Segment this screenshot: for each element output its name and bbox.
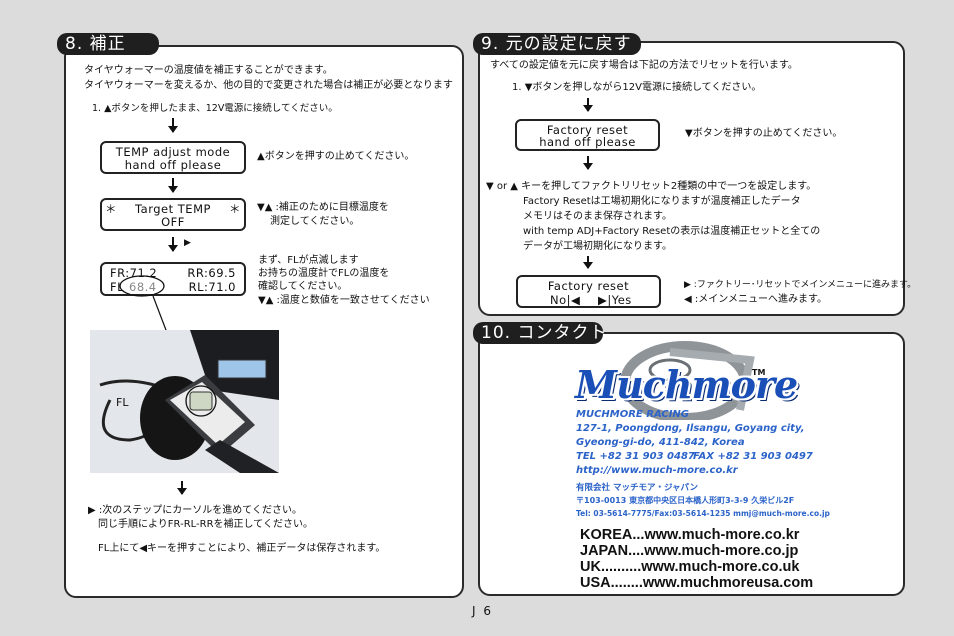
down-arrow-icon <box>583 98 593 112</box>
japan-company: 有限会社 マッチモア・ジャパン <box>576 483 698 493</box>
tel: TEL +82 31 903 0487 <box>576 451 695 462</box>
fl-highlight-circle <box>119 275 165 297</box>
lcd3-note-3: 確認してください。 <box>258 281 348 292</box>
section9-lcd1-note: ▼ボタンを押すの止めてください。 <box>685 128 843 139</box>
photo-label-fl: FL <box>116 396 129 409</box>
section9-intro: すべての設定値を元に戻す場合は下記の方法でリセットを行います。 <box>490 60 798 71</box>
lcd-no-option: No|◀ <box>550 293 581 307</box>
choose-1: ▼ or ▲ キーを押してファクトリリセット2種類の中で一つを設定します。 <box>486 181 817 192</box>
down-arrow-icon <box>583 156 593 170</box>
lcd-factory-reset-choice: Factory reset No|◀ ▶|Yes <box>516 275 661 308</box>
trademark-mark: TM <box>752 368 766 377</box>
lcd-line-1: Factory reset <box>547 279 630 293</box>
site-usa[interactable]: USA........www.muchmoreusa.com <box>580 575 813 591</box>
lcd-factory-reset-hand-off: Factory reset hand off please <box>515 119 660 151</box>
site-korea[interactable]: KOREA...www.much-more.co.kr <box>580 527 799 543</box>
down-arrow-icon <box>177 481 187 495</box>
save-note: FL上にて◀キーを押すことにより、補正データは保存されます。 <box>98 543 386 554</box>
site-uk[interactable]: UK..........www.much-more.co.uk <box>580 559 799 575</box>
choose-4: with temp ADJ+Factory Resetの表示は温度補正セットと全… <box>523 226 821 237</box>
section10-title: 10. コンタクト <box>473 322 606 344</box>
section9-step1: 1. ▼ボタンを押しながら12V電源に接続してください。 <box>512 82 762 93</box>
page-number: J 6 <box>472 604 493 618</box>
lcd3-note-2: お持ちの温度計でFLの温度を <box>258 268 390 279</box>
lcd3-note-1: まず、FLが点滅します <box>258 255 359 266</box>
company-name: MUCHMORE RACING <box>576 409 690 420</box>
site-japan[interactable]: JAPAN....www.much-more.co.jp <box>580 543 798 559</box>
website-link[interactable]: http://www.much-more.co.kr <box>576 465 738 476</box>
address-line-2: Gyeong-gi-do, 411-842, Korea <box>576 437 745 448</box>
lcd-line-2: hand off please <box>539 135 636 149</box>
choose-5: データが工場初期化になります。 <box>523 241 672 252</box>
thermometer-photo: FL <box>90 330 279 473</box>
japan-contact: Tel: 03-5614-7775/Fax:03-5614-1235 mmj@m… <box>576 509 830 518</box>
fax: FAX +82 31 903 0497 <box>693 451 813 462</box>
down-arrow-icon <box>583 256 593 269</box>
choose-2: Factory Resetは工場初期化になりますが温度補正したデータ <box>523 196 801 207</box>
choose-3: メモリはそのまま保存されます。 <box>523 211 672 222</box>
address-line-1: 127-1, Poongdong, Ilsangu, Goyang city, <box>576 423 805 434</box>
section9-title: 9. 元の設定に戻す <box>473 33 641 55</box>
lcd3-note-4: ▼▲ :温度と数値を一致させてください <box>258 295 430 306</box>
section9-lcd2-note-2: ◀ :メインメニューへ進みます。 <box>684 294 827 305</box>
section9-lcd2-note-1: ▶ :ファクトリー･リセットでメインメニューに進みます。 <box>684 280 917 290</box>
japan-address: 〒103-0013 東京都中央区日本橋人形町3-3-9 久栄ビル2F <box>576 496 795 505</box>
lcd-yes-option: ▶|Yes <box>598 293 632 307</box>
after-photo-2: 同じ手順によりFR-RL-RRを補正してください。 <box>98 519 313 530</box>
after-photo-1: ▶ :次のステップにカーソルを進めてください。 <box>88 505 302 516</box>
